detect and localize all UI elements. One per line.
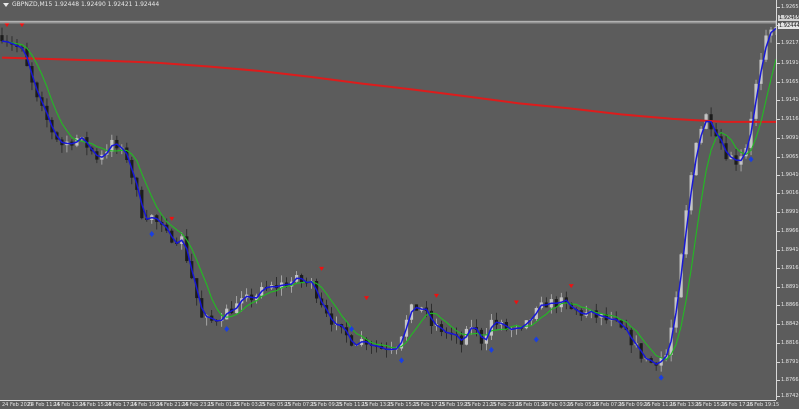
- price-tick-label: 1.91410: [777, 97, 799, 103]
- fast-ma-line: [1, 27, 776, 366]
- price-tick-label: 1.91910: [777, 60, 799, 66]
- price-tick-label: 1.88420: [777, 321, 799, 327]
- price-tick-label: 1.88665: [777, 302, 799, 308]
- current-ask-label: 1.92465: [778, 15, 799, 22]
- caption-menu-icon[interactable]: [3, 2, 9, 7]
- buy-diamond-icon: [488, 346, 494, 353]
- buy-diamond-icon: [658, 374, 664, 381]
- sell-arrow-icon: [19, 23, 25, 28]
- sell-arrow-icon: [433, 293, 439, 298]
- price-tick-label: 1.92655: [777, 4, 799, 10]
- price-tick-label: 1.89410: [777, 247, 799, 253]
- current-bid-label: 1.92444: [778, 22, 799, 29]
- time-tick-label: 26 Feb 19:15: [746, 402, 780, 408]
- price-tick-label: 1.90655: [777, 154, 799, 160]
- sell-arrow-icon: [319, 266, 325, 271]
- sell-arrow-icon: [513, 300, 519, 305]
- price-tick-label: 1.87910: [777, 359, 799, 365]
- price-chart[interactable]: [0, 0, 776, 400]
- price-tick-label: 1.90910: [777, 135, 799, 141]
- slow-ma-line: [1, 56, 776, 123]
- price-tick-label: 1.91165: [777, 116, 799, 122]
- buy-diamond-icon: [398, 357, 404, 364]
- symbol-caption: GBPNZD,M15 1.92448 1.92490 1.92421 1.924…: [3, 1, 159, 8]
- price-tick-label: 1.87665: [777, 377, 799, 383]
- buy-diamond-icon: [224, 325, 230, 332]
- buy-diamond-icon: [149, 231, 155, 238]
- price-tick-label: 1.88165: [777, 340, 799, 346]
- sell-arrow-icon: [4, 23, 10, 28]
- plot-area[interactable]: GBPNZD,M15 1.92448 1.92490 1.92421 1.924…: [0, 0, 776, 400]
- price-tick-label: 1.91655: [777, 79, 799, 85]
- mid-ma-line: [1, 40, 776, 361]
- buy-diamond-icon: [533, 336, 539, 343]
- sell-arrow-icon: [169, 216, 175, 221]
- price-tick-label: 1.89165: [777, 265, 799, 271]
- sell-arrow-icon: [568, 284, 574, 289]
- buy-diamond-icon: [748, 156, 754, 163]
- bear-candle: [0, 35, 4, 42]
- sell-arrow-icon: [364, 296, 370, 301]
- price-tick-label: 1.92175: [777, 40, 799, 46]
- caption-text: GBPNZD,M15 1.92448 1.92490 1.92421 1.924…: [12, 1, 160, 8]
- chart-window[interactable]: GBPNZD,M15 1.92448 1.92490 1.92421 1.924…: [0, 0, 799, 408]
- price-tick-label: 1.87420: [777, 393, 799, 399]
- price-tick-label: 1.90410: [777, 172, 799, 178]
- price-scale[interactable]: 1.926551.924201.921751.919101.916551.914…: [776, 0, 799, 400]
- price-tick-label: 1.88910: [777, 284, 799, 290]
- price-tick-label: 1.89910: [777, 209, 799, 215]
- price-tick-label: 1.89665: [777, 228, 799, 234]
- price-tick-label: 1.90165: [777, 190, 799, 196]
